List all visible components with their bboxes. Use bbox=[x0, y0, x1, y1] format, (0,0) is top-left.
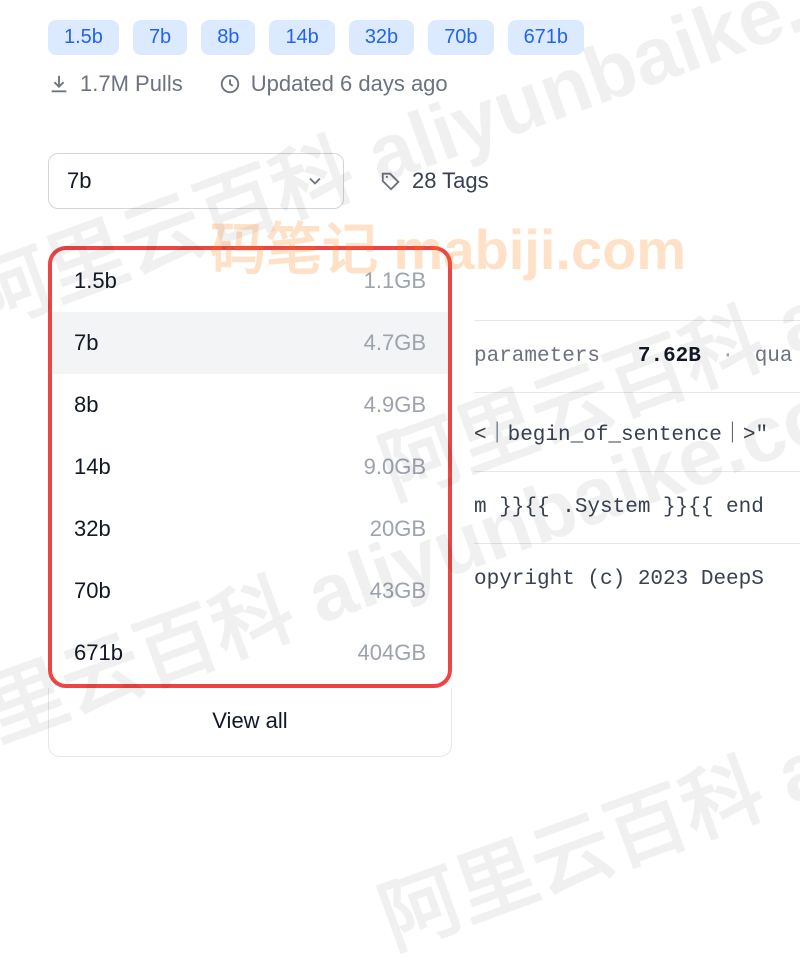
size-chip[interactable]: 70b bbox=[428, 20, 493, 55]
info-copyright: opyright (c) 2023 DeepS bbox=[474, 568, 764, 591]
tag-option-size: 9.0GB bbox=[364, 454, 426, 480]
tag-option-size: 43GB bbox=[370, 578, 426, 604]
tag-icon bbox=[380, 170, 402, 192]
size-chip[interactable]: 32b bbox=[349, 20, 414, 55]
meta-row: 1.7M Pulls Updated 6 days ago bbox=[48, 71, 752, 97]
tag-option-size: 20GB bbox=[370, 516, 426, 542]
tag-option[interactable]: 32b 20GB bbox=[52, 498, 448, 560]
tag-option-name: 8b bbox=[74, 392, 98, 418]
info-tail: qua bbox=[755, 345, 793, 368]
info-row-system: m }}{{ .System }}{{ end bbox=[474, 471, 800, 543]
size-chip-row: 1.5b 7b 8b 14b 32b 70b 671b bbox=[48, 20, 752, 55]
tag-option[interactable]: 7b 4.7GB bbox=[52, 312, 448, 374]
updated-text: Updated 6 days ago bbox=[251, 71, 448, 97]
view-all-button[interactable]: View all bbox=[48, 688, 452, 757]
chevron-down-icon bbox=[305, 171, 325, 191]
info-row-license: opyright (c) 2023 DeepS bbox=[474, 543, 800, 615]
tag-option[interactable]: 1.5b 1.1GB bbox=[52, 250, 448, 312]
info-label: parameters bbox=[474, 345, 600, 368]
updated-time: Updated 6 days ago bbox=[219, 71, 448, 97]
size-chip[interactable]: 7b bbox=[133, 20, 187, 55]
info-template-head: <｜begin_of_sentence｜>" bbox=[474, 424, 768, 447]
pulls-count: 1.7M Pulls bbox=[48, 71, 183, 97]
size-chip[interactable]: 671b bbox=[508, 20, 585, 55]
info-row-params: parameters 7.62B · qua bbox=[474, 320, 800, 392]
download-icon bbox=[48, 73, 70, 95]
tag-option-size: 404GB bbox=[358, 640, 427, 666]
tag-select[interactable]: 7b bbox=[48, 153, 344, 209]
tag-option[interactable]: 8b 4.9GB bbox=[52, 374, 448, 436]
tags-count-label: 28 Tags bbox=[412, 168, 489, 194]
tag-select-value: 7b bbox=[67, 168, 91, 194]
size-chip[interactable]: 14b bbox=[269, 20, 334, 55]
tag-dropdown-list: 1.5b 1.1GB 7b 4.7GB 8b 4.9GB 14b 9.0GB 3… bbox=[48, 246, 452, 688]
tag-option[interactable]: 70b 43GB bbox=[52, 560, 448, 622]
model-info-panel: parameters 7.62B · qua <｜begin_of_senten… bbox=[474, 320, 800, 615]
size-chip[interactable]: 1.5b bbox=[48, 20, 119, 55]
clock-icon bbox=[219, 73, 241, 95]
tag-option[interactable]: 14b 9.0GB bbox=[52, 436, 448, 498]
tags-link[interactable]: 28 Tags bbox=[380, 168, 489, 194]
pulls-text: 1.7M Pulls bbox=[80, 71, 183, 97]
tag-option-size: 4.7GB bbox=[364, 330, 426, 356]
size-chip[interactable]: 8b bbox=[201, 20, 255, 55]
tag-option-name: 7b bbox=[74, 330, 98, 356]
separator-dot: · bbox=[713, 345, 742, 368]
tag-option-name: 32b bbox=[74, 516, 111, 542]
tag-option-name: 14b bbox=[74, 454, 111, 480]
tag-option[interactable]: 671b 404GB bbox=[52, 622, 448, 684]
info-system-line: m }}{{ .System }}{{ end bbox=[474, 496, 764, 519]
tag-option-name: 671b bbox=[74, 640, 123, 666]
info-value-params: 7.62B bbox=[638, 345, 701, 368]
tag-option-name: 1.5b bbox=[74, 268, 117, 294]
tag-option-size: 4.9GB bbox=[364, 392, 426, 418]
info-row-template: <｜begin_of_sentence｜>" bbox=[474, 392, 800, 471]
tag-option-name: 70b bbox=[74, 578, 111, 604]
tag-dropdown: 1.5b 1.1GB 7b 4.7GB 8b 4.9GB 14b 9.0GB 3… bbox=[48, 246, 452, 757]
tag-option-size: 1.1GB bbox=[364, 268, 426, 294]
